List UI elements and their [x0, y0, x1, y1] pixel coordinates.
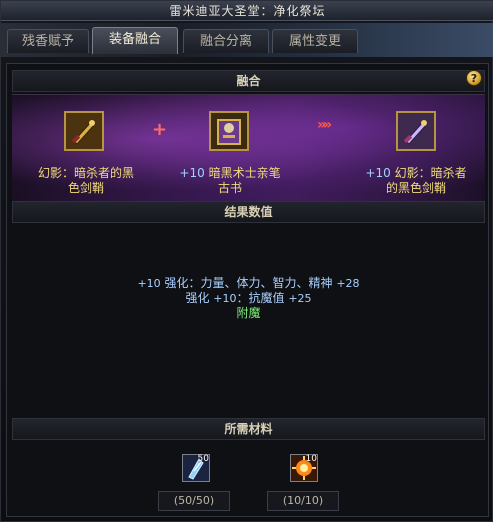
materials-header: 所需材料 [12, 418, 485, 440]
result-name-line2: 的黑色剑鞘 [385, 181, 446, 195]
item1-name-line1: 幻影：暗杀者的黑 [37, 166, 134, 180]
stat2-enhance: +10 [213, 292, 237, 305]
arrows-icon: »» [317, 117, 332, 133]
stat2-text: 强化 [185, 291, 214, 305]
result-enhance: +10 [365, 166, 391, 180]
stat1-value: +28 [336, 277, 360, 290]
tab-attribute-change[interactable]: 属性变更 [272, 29, 358, 53]
dagger-sheath-icon [398, 113, 434, 149]
stat2-text2: ：抗魔值 [236, 291, 289, 305]
plus-sign: + [152, 119, 168, 140]
fusion-header: 融合 [12, 70, 485, 92]
item2-name-line1: 暗黑术士亲笔 [204, 166, 281, 180]
stat1-enhance: +10 [137, 277, 161, 290]
item-slot-2[interactable] [209, 111, 249, 151]
tab-scent-enchant[interactable]: 残香赋予 [7, 29, 89, 53]
window-title: 雷米迪亚大圣堂：净化祭坛 [1, 1, 493, 21]
fusion-band: 幻影：暗杀者的黑 色剑鞘 + +10 暗黑术士亲笔 古书 »» +10 幻影：暗… [12, 94, 485, 206]
tab-bar: 残香赋予 装备融合 融合分离 属性变更 [1, 23, 493, 57]
result-stats: +10 强化：力量、体力、智力、精神 +28 强化 +10：抗魔值 +25 附魔 [12, 276, 485, 321]
item2-name: +10 暗黑术士亲笔 古书 [162, 166, 298, 196]
item1-name: 幻影：暗杀者的黑 色剑鞘 [22, 166, 150, 196]
stat2-value: +25 [288, 292, 312, 305]
result-name-line1: 幻影：暗杀者 [390, 166, 467, 180]
result-slot[interactable] [396, 111, 436, 151]
material2-qty: (10/10) [267, 491, 339, 511]
item2-enhance: +10 [179, 166, 205, 180]
tab-fusion-separation[interactable]: 融合分离 [183, 29, 269, 53]
item1-name-line2: 色剑鞘 [67, 181, 104, 195]
result-name: +10 幻影：暗杀者 的黑色剑鞘 [348, 166, 484, 196]
material-slot-1[interactable]: 50 [182, 454, 210, 482]
dagger-sheath-icon [66, 113, 102, 149]
material1-count: 50 [197, 454, 209, 464]
results-header: 结果数值 [12, 201, 485, 223]
stat1-text: 强化：力量、体力、智力、精神 [160, 276, 337, 290]
stat-enchant: 附魔 [236, 306, 261, 320]
item2-name-line2: 古书 [217, 181, 242, 195]
stat-line-2: 强化 +10：抗魔值 +25 [12, 291, 485, 306]
fusion-panel: 融合 ? 幻影：暗杀者的黑 色剑鞘 + +10 暗黑术士亲笔 古书 »» +10… [6, 63, 489, 517]
tab-equipment-fusion[interactable]: 装备融合 [92, 27, 178, 54]
altar-window: 雷米迪亚大圣堂：净化祭坛 残香赋予 装备融合 融合分离 属性变更 融合 ? 幻影… [0, 0, 493, 522]
help-icon[interactable]: ? [466, 70, 482, 86]
material2-count: 10 [305, 454, 317, 464]
item-slot-1[interactable] [64, 111, 104, 151]
material1-qty: (50/50) [158, 491, 230, 511]
material-slot-2[interactable]: 10 [290, 454, 318, 482]
stat-line-1: +10 强化：力量、体力、智力、精神 +28 [12, 276, 485, 291]
ancient-book-icon [211, 113, 247, 149]
